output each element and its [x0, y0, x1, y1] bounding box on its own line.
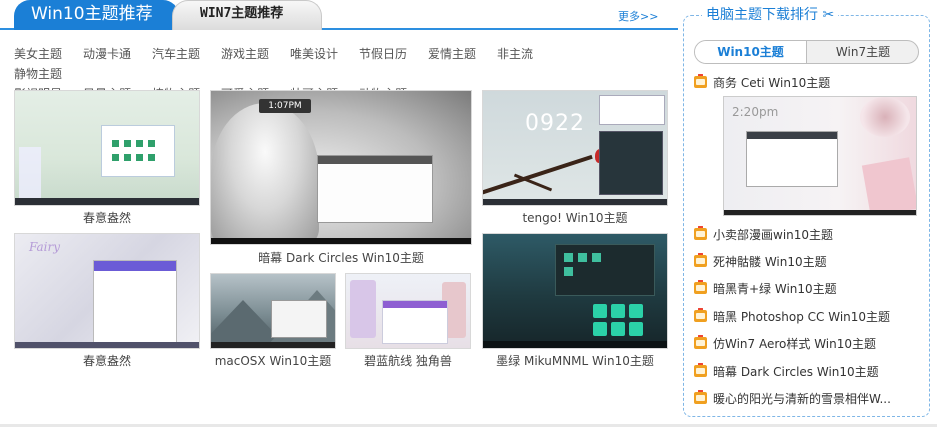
ranking-item[interactable]: 死神骷髅 Win10主题: [694, 253, 924, 271]
taskbar-preview: [483, 341, 667, 348]
more-link[interactable]: 更多>>: [618, 8, 658, 24]
sidebar-preview: [19, 147, 41, 203]
wallpaper-logo: Fairy: [29, 240, 61, 254]
theme-thumbnail-1[interactable]: [14, 90, 200, 206]
ranking-item[interactable]: 暗黑青+绿 Win10主题: [694, 280, 924, 298]
tab-bar: Win10主题推荐 WIN7主题推荐 更多>>: [0, 0, 678, 30]
thumbnail-caption[interactable]: 暗幕 Dark Circles Win10主题: [210, 249, 472, 266]
clock-widget: 2:20pm: [732, 105, 779, 119]
scissors-icon: ✂: [822, 7, 835, 23]
taskbar-preview: [724, 210, 916, 215]
category-link[interactable]: 美女主题: [14, 45, 83, 65]
category-link[interactable]: 游戏主题: [221, 45, 290, 65]
taskbar-preview: [211, 342, 335, 348]
tab-win7-themes[interactable]: WIN7主题推荐: [172, 0, 322, 30]
folder-icon: [694, 390, 707, 404]
folder-icon: [694, 226, 707, 240]
category-link[interactable]: 唯美设计: [290, 45, 359, 65]
ranking-title: 电脑主题下载排行 ✂: [702, 6, 839, 24]
category-link[interactable]: 非主流: [497, 45, 566, 65]
category-link[interactable]: 静物主题: [14, 65, 83, 85]
folder-icon: [694, 308, 707, 322]
window-preview: [599, 131, 663, 195]
clock-widget: 0922: [525, 111, 585, 136]
taskbar-preview: [15, 342, 199, 348]
window-preview: [271, 300, 327, 338]
window-preview: [93, 260, 177, 344]
theme-thumbnail-7[interactable]: [482, 233, 668, 349]
window-preview: [317, 155, 433, 223]
folder-icon: [694, 253, 707, 267]
category-link[interactable]: 动漫卡通: [83, 45, 152, 65]
ranking-tab-win7[interactable]: Win7主题: [807, 41, 918, 63]
folder-icon: [694, 280, 707, 294]
thumbnail-caption[interactable]: 春意盎然: [14, 352, 200, 369]
wallpaper-branch: [483, 154, 593, 196]
taskbar-preview: [483, 199, 667, 205]
theme-thumbnail-4[interactable]: Fairy: [14, 233, 200, 349]
window-preview: [555, 244, 655, 296]
theme-recommend-panel: Win10主题推荐 WIN7主题推荐 更多>> 美女主题 动漫卡通 汽车主题 游戏主题…: [0, 0, 678, 427]
category-link[interactable]: 汽车主题: [152, 45, 221, 65]
ranking-item[interactable]: 商务 Ceti Win10主题: [694, 74, 924, 92]
ranking-item[interactable]: 暗幕 Dark Circles Win10主题: [694, 363, 924, 381]
theme-thumbnail-2[interactable]: 1:07PM: [210, 90, 472, 245]
folder-icon: [694, 363, 707, 377]
ranking-tab-win10[interactable]: Win10主题: [695, 41, 807, 63]
theme-thumbnail-5[interactable]: [210, 273, 336, 349]
window-preview: [746, 131, 838, 187]
theme-thumbnail-6[interactable]: [345, 273, 471, 349]
wallpaper-cup: [860, 97, 910, 137]
thumbnail-caption[interactable]: tengo! Win10主题: [482, 209, 668, 226]
taskbar-preview: [211, 238, 471, 244]
tab-win10-themes[interactable]: Win10主题推荐: [14, 0, 179, 30]
theme-thumbnail-3[interactable]: 0922: [482, 90, 668, 206]
category-link[interactable]: 节假日历: [359, 45, 428, 65]
window-preview: [382, 300, 448, 344]
wallpaper-figure: [211, 103, 319, 243]
ranking-item[interactable]: 暖心的阳光与清新的雪景相伴W...: [694, 390, 924, 408]
ranking-title-text: 电脑主题下载排行: [706, 7, 818, 23]
thumbnail-caption[interactable]: 春意盎然: [14, 209, 200, 226]
folder-icon: [694, 335, 707, 349]
featured-theme-thumbnail[interactable]: 2:20pm: [723, 96, 917, 216]
ranking-tab-switch: Win10主题 Win7主题: [694, 40, 919, 64]
taskbar-preview: [15, 198, 199, 205]
download-ranking-panel: 电脑主题下载排行 ✂ Win10主题 Win7主题 商务 Ceti Win10主…: [683, 6, 930, 417]
wallpaper-character: [350, 280, 376, 338]
window-preview: [599, 95, 665, 125]
wallpaper-book: [861, 157, 916, 215]
window-preview: [101, 125, 175, 177]
ranking-item[interactable]: 暗黑 Photoshop CC Win10主题: [694, 308, 924, 326]
thumbnail-caption[interactable]: macOSX Win10主题: [206, 352, 340, 369]
folder-icon: [694, 74, 707, 88]
ranking-item[interactable]: 仿Win7 Aero样式 Win10主题: [694, 335, 924, 353]
ranking-item[interactable]: 小卖部漫画win10主题: [694, 226, 924, 244]
clock-widget: 1:07PM: [259, 99, 311, 113]
thumbnail-caption[interactable]: 碧蓝航线 独角兽: [345, 352, 471, 369]
thumbnail-caption[interactable]: 墨绿 MikuMNML Win10主题: [482, 352, 668, 369]
category-link[interactable]: 爱情主题: [428, 45, 497, 65]
